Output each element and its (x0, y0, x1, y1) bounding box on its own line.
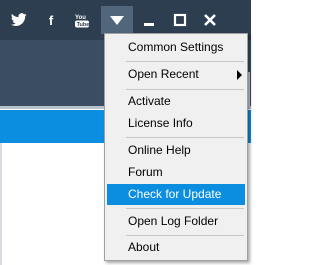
submenu-arrow-icon (237, 70, 242, 80)
close-icon[interactable] (200, 10, 220, 30)
menu-item-label: Open Log Folder (128, 214, 219, 228)
menu-item-common-settings[interactable]: Common Settings (107, 37, 245, 58)
menu-item-label: Open Recent (128, 67, 199, 81)
menu-separator (126, 235, 244, 236)
menu-item-label: Online Help (128, 143, 191, 157)
menu-item-check-for-update[interactable]: Check for Update (107, 184, 245, 205)
menu-separator (126, 61, 244, 62)
menu-separator (126, 208, 244, 209)
facebook-icon[interactable]: f (41, 10, 61, 30)
menu-item-forum[interactable]: Forum (107, 162, 245, 183)
menu-item-label: License Info (128, 116, 193, 130)
youtube-icon[interactable]: You Tube (72, 10, 92, 30)
svg-text:Tube: Tube (77, 22, 90, 28)
menu-separator (126, 89, 244, 90)
maximize-icon[interactable] (170, 10, 190, 30)
svg-text:You: You (75, 15, 86, 21)
twitter-icon[interactable] (9, 10, 29, 30)
content-edge (0, 143, 2, 265)
menu-separator (126, 137, 244, 138)
menu-item-activate[interactable]: Activate (107, 91, 245, 112)
menu-item-label: Check for Update (128, 187, 222, 201)
menu-item-open-recent[interactable]: Open Recent (107, 64, 245, 85)
menu-item-label: About (128, 240, 160, 254)
menu-item-label: Activate (128, 94, 171, 108)
menu-item-about[interactable]: About (107, 237, 245, 258)
menu-item-label: Forum (128, 165, 163, 179)
menu-item-license-info[interactable]: License Info (107, 113, 245, 134)
menu-item-label: Common Settings (128, 40, 224, 54)
menu-item-online-help[interactable]: Online Help (107, 140, 245, 161)
app-dropdown-menu: Common Settings Open Recent Activate Lic… (104, 33, 248, 261)
minimize-icon[interactable] (139, 10, 159, 30)
menu-item-open-log-folder[interactable]: Open Log Folder (107, 211, 245, 232)
menu-dropdown-icon[interactable] (101, 6, 133, 34)
